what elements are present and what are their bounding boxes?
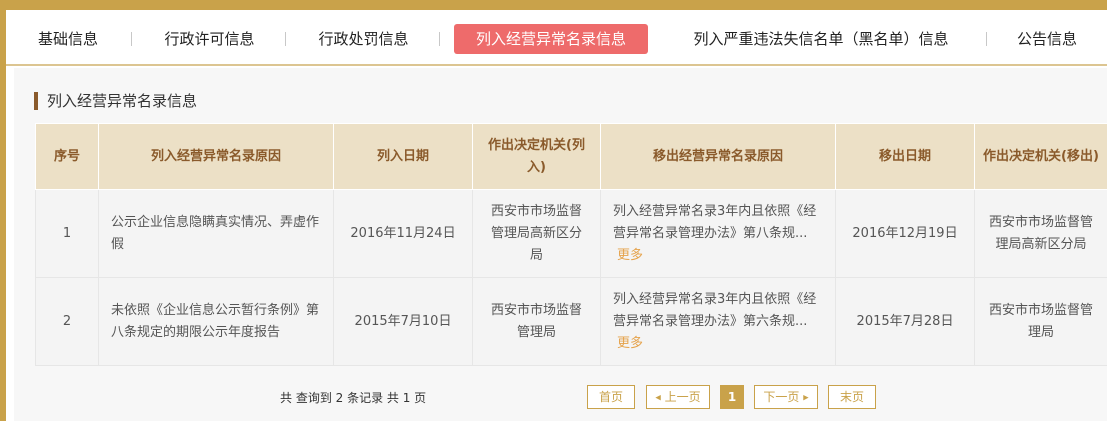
chevron-right-icon: ▶ bbox=[803, 393, 809, 402]
cell-reason-out: 列入经营异常名录3年内且依照《经营异常名录管理办法》第八条规... 更多 bbox=[600, 189, 836, 278]
tab-separator bbox=[131, 32, 132, 46]
tab-basic-info[interactable]: 基础信息 bbox=[28, 24, 108, 54]
table-row: 2 未依照《企业信息公示暂行条例》第八条规定的期限公示年度报告 2015年7月1… bbox=[35, 277, 1107, 366]
tab-separator bbox=[285, 32, 286, 46]
chevron-left-icon: ◀ bbox=[655, 393, 661, 402]
cell-authority-out: 西安市市场监督管理局高新区分局 bbox=[974, 189, 1107, 278]
col-header-date-out: 移出日期 bbox=[835, 123, 975, 190]
col-header-authority-in: 作出决定机关(列入) bbox=[472, 123, 601, 190]
col-header-authority-out-label: 作出决定机关(移出) bbox=[983, 148, 1099, 164]
col-header-reason-in: 列入经营异常名录原因 bbox=[98, 123, 334, 190]
last-page-button[interactable]: 末页 bbox=[828, 385, 876, 409]
cell-date-in: 2016年11月24日 bbox=[333, 189, 473, 278]
cell-authority-in: 西安市市场监督管理局高新区分局 bbox=[472, 189, 601, 278]
more-link[interactable]: 更多 bbox=[617, 336, 643, 351]
cell-reason-in: 未依照《企业信息公示暂行条例》第八条规定的期限公示年度报告 bbox=[98, 277, 334, 366]
col-header-authority-out: 作出决定机关(移出) bbox=[974, 123, 1107, 190]
tab-admin-penalty[interactable]: 行政处罚信息 bbox=[306, 24, 421, 54]
prev-page-button[interactable]: ◀ 上一页 bbox=[646, 385, 710, 409]
next-page-label: 下一页 bbox=[763, 390, 800, 404]
tab-separator bbox=[986, 32, 987, 46]
prev-page-label: 上一页 bbox=[664, 390, 701, 404]
col-header-reason-out: 移出经营异常名录原因 bbox=[600, 123, 836, 190]
pagination-summary: 共 查询到 2 条记录 共 1 页 bbox=[280, 391, 427, 405]
content-panel: 列入经营异常名录信息 序号 列入经营异常名录原因 列入日期 作出决定机关(列入)… bbox=[14, 68, 1107, 421]
top-border bbox=[0, 0, 1107, 10]
reason-out-text: 列入经营异常名录3年内且依照《经营异常名录管理办法》第八条规... bbox=[613, 203, 817, 241]
col-header-authority-in-label: 作出决定机关(列入) bbox=[488, 137, 585, 175]
table-header-row: 序号 列入经营异常名录原因 列入日期 作出决定机关(列入) 移出经营异常名录原因… bbox=[35, 123, 1107, 190]
next-page-button[interactable]: 下一页 ▶ bbox=[754, 385, 818, 409]
col-header-date-in: 列入日期 bbox=[333, 123, 473, 190]
tab-bar: 基础信息 行政许可信息 行政处罚信息 列入经营异常名录信息 列入严重违法失信名单… bbox=[6, 10, 1107, 66]
tab-announcement[interactable]: 公告信息 bbox=[1006, 24, 1088, 54]
left-border bbox=[0, 10, 6, 421]
cell-date-out: 2016年12月19日 bbox=[835, 189, 975, 278]
table-row: 1 公示企业信息隐瞒真实情况、弄虚作假 2016年11月24日 西安市市场监督管… bbox=[35, 189, 1107, 278]
cell-date-out: 2015年7月28日 bbox=[835, 277, 975, 366]
abnormal-list-table: 序号 列入经营异常名录原因 列入日期 作出决定机关(列入) 移出经营异常名录原因… bbox=[35, 123, 1107, 366]
cell-reason-out: 列入经营异常名录3年内且依照《经营异常名录管理办法》第六条规... 更多 bbox=[600, 277, 836, 366]
more-link[interactable]: 更多 bbox=[617, 248, 643, 263]
cell-reason-in: 公示企业信息隐瞒真实情况、弄虚作假 bbox=[98, 189, 334, 278]
cell-authority-out: 西安市市场监督管理局 bbox=[974, 277, 1107, 366]
first-page-button[interactable]: 首页 bbox=[587, 385, 635, 409]
cell-date-in: 2015年7月10日 bbox=[333, 277, 473, 366]
tab-separator bbox=[439, 32, 440, 46]
tab-abnormal-operation[interactable]: 列入经营异常名录信息 bbox=[454, 24, 648, 54]
section-title: 列入经营异常名录信息 bbox=[34, 92, 197, 110]
cell-no: 1 bbox=[35, 189, 99, 278]
reason-out-text: 列入经营异常名录3年内且依照《经营异常名录管理办法》第六条规... bbox=[613, 291, 817, 329]
cell-no: 2 bbox=[35, 277, 99, 366]
tab-blacklist[interactable]: 列入严重违法失信名单（黑名单）信息 bbox=[678, 24, 964, 54]
cell-authority-in: 西安市市场监督管理局 bbox=[472, 277, 601, 366]
col-header-no: 序号 bbox=[35, 123, 99, 190]
current-page-button[interactable]: 1 bbox=[720, 385, 744, 409]
tab-admin-license[interactable]: 行政许可信息 bbox=[152, 24, 267, 54]
